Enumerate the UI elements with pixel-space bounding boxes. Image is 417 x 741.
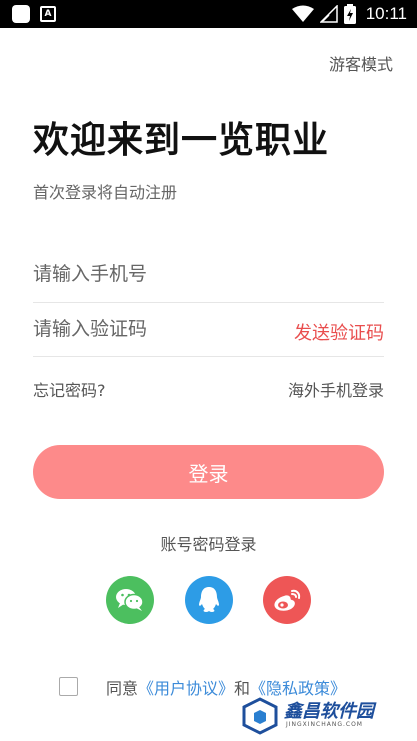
qq-login-button[interactable]	[185, 576, 233, 624]
wechat-login-button[interactable]	[106, 576, 154, 624]
welcome-subtitle: 首次登录将自动注册	[33, 183, 178, 202]
code-field: 发送验证码	[33, 311, 384, 357]
signal-icon	[319, 5, 338, 23]
send-code-button[interactable]: 发送验证码	[294, 319, 384, 345]
watermark-subtext: JINGXINCHANG.COM	[286, 721, 363, 728]
clock: 10:11	[365, 4, 407, 23]
welcome-title: 欢迎来到一览职业	[33, 120, 330, 161]
watermark-logo: 鑫昌软件园 JINGXINCHANG.COM	[240, 693, 400, 739]
phone-input[interactable]	[33, 256, 273, 292]
forgot-password-link[interactable]: 忘记密码?	[33, 377, 106, 401]
watermark-logo-icon	[242, 697, 278, 735]
account-password-login-link[interactable]: 账号密码登录	[0, 531, 417, 555]
battery-icon	[343, 4, 356, 24]
notification-icon	[12, 5, 30, 23]
status-bar: A 10:11	[0, 0, 417, 28]
phone-field	[33, 256, 384, 303]
app-notification-icon: A	[40, 6, 56, 22]
agreement-prefix: 同意	[106, 679, 139, 698]
wechat-icon	[116, 589, 144, 611]
agreement-checkbox[interactable]	[59, 677, 78, 696]
watermark-text: 鑫昌软件园	[284, 701, 374, 722]
wifi-icon	[291, 5, 314, 22]
guest-mode-button[interactable]: 游客模式	[329, 51, 393, 75]
code-input[interactable]	[33, 311, 273, 347]
overseas-login-link[interactable]: 海外手机登录	[288, 377, 384, 401]
user-agreement-link[interactable]: 《用户协议》	[138, 679, 234, 698]
weibo-icon	[274, 589, 301, 611]
login-button[interactable]: 登录	[33, 445, 384, 499]
qq-icon	[199, 587, 219, 612]
weibo-login-button[interactable]	[263, 576, 311, 624]
